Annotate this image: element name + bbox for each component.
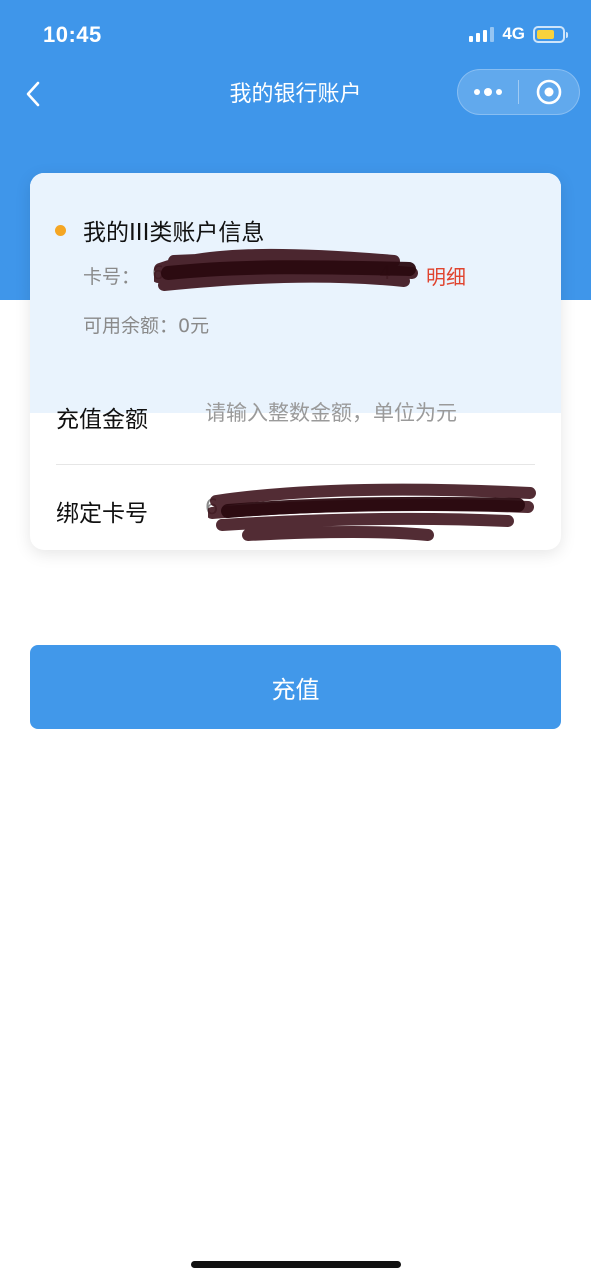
network-type: 4G <box>502 24 525 43</box>
status-bar: 10:45 4G <box>0 0 591 68</box>
available-balance: 可用余额：0元 <box>83 315 210 337</box>
account-card: 我的III类账户信息 卡号： 64 明细 可用余额：0元 充值金额 绑定卡号 6 <box>30 173 561 550</box>
battery-icon <box>533 25 568 43</box>
more-button[interactable] <box>458 70 518 114</box>
home-indicator <box>191 1261 401 1268</box>
bullet-dot-icon <box>55 225 66 236</box>
status-indicators: 4G <box>469 24 568 44</box>
bound-card-label: 绑定卡号 <box>56 501 148 527</box>
signal-icon <box>469 26 495 42</box>
amount-label: 充值金额 <box>56 407 148 433</box>
target-circle-icon <box>536 79 562 105</box>
screen: 10:45 4G 我的银行账户 我的III类账户信息 卡号： 6 4 明细 可用… <box>0 0 591 1280</box>
redaction-scribble <box>154 248 418 291</box>
mini-program-capsule <box>457 69 580 115</box>
more-dots-icon <box>474 89 480 95</box>
detail-link[interactable]: 明细 <box>426 261 466 290</box>
amount-input[interactable] <box>205 390 535 436</box>
account-info-title: 我的III类账户信息 <box>83 220 265 246</box>
close-button[interactable] <box>519 70 579 114</box>
status-time: 10:45 <box>43 22 102 47</box>
row-divider <box>56 464 535 465</box>
recharge-button[interactable]: 充值 <box>30 645 561 729</box>
nav-bar: 我的银行账户 <box>0 68 591 118</box>
redaction-scribble <box>208 483 536 541</box>
card-number-label: 卡号： <box>83 266 141 288</box>
